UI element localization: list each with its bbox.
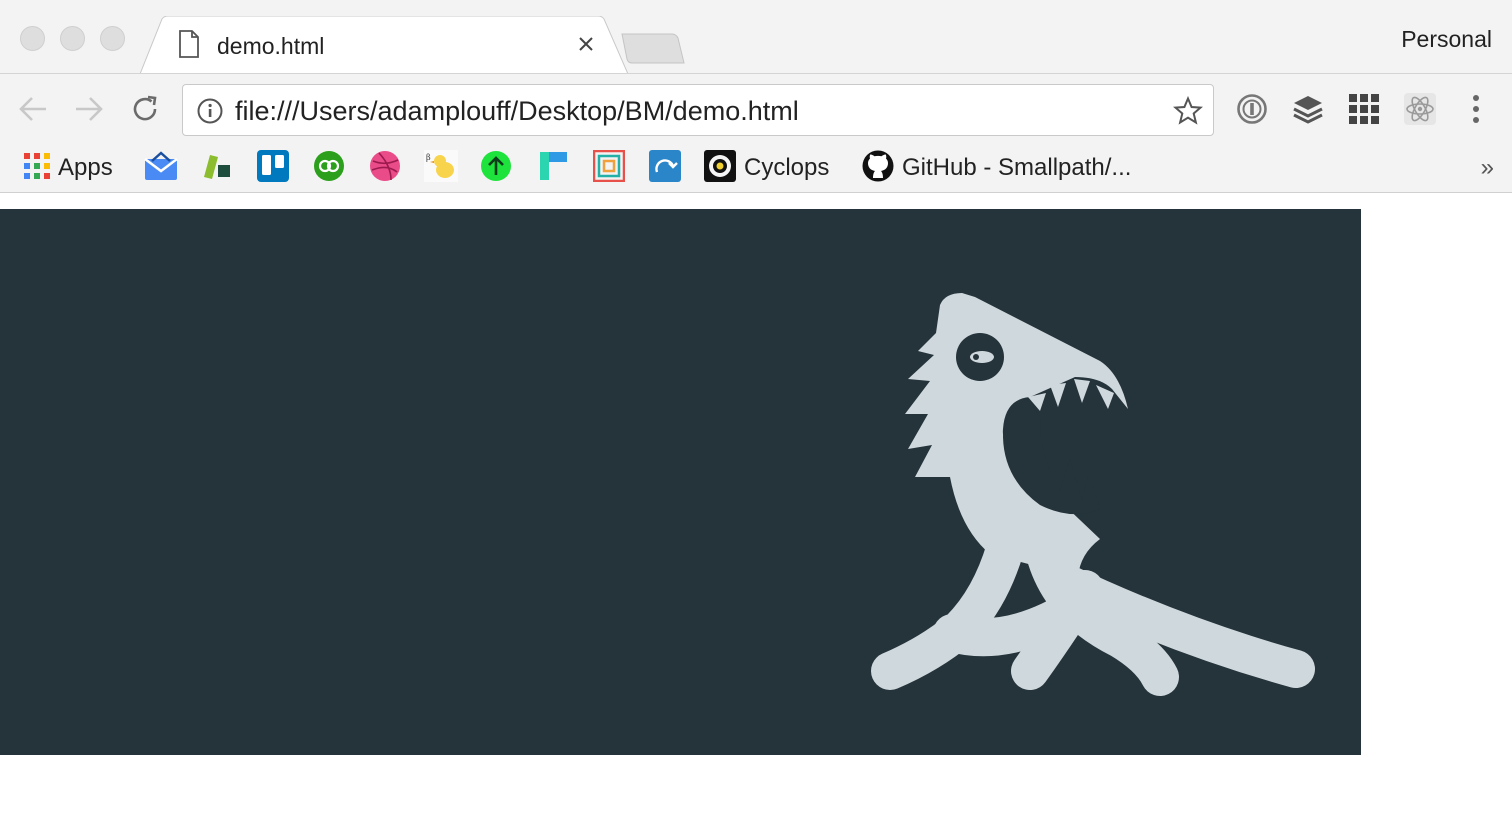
quickbooks-icon (313, 150, 345, 187)
tab-title: demo.html (217, 33, 325, 59)
bookmark-quickbooks[interactable] (313, 150, 345, 186)
arrow-left-icon (18, 96, 48, 127)
reload-icon (130, 94, 160, 129)
apps-grid-icon (24, 152, 50, 184)
window-maximize-button[interactable] (100, 26, 125, 51)
bookmark-label: Apps (58, 154, 113, 181)
password-manager-extension[interactable] (1234, 93, 1270, 129)
animation-canvas (0, 209, 1361, 755)
tab-strip: demo.html Personal (0, 0, 1512, 74)
spiral-icon (592, 149, 626, 187)
forward-button[interactable] (71, 93, 107, 129)
bookmark-spiral-app[interactable] (592, 149, 626, 187)
trello-icon (257, 149, 289, 187)
bookmarks-overflow-button[interactable]: » (1481, 154, 1494, 182)
reload-button[interactable] (127, 93, 163, 129)
green-shapes-icon (200, 151, 234, 186)
back-button[interactable] (15, 93, 51, 129)
grid-icon (1349, 93, 1379, 129)
react-devtools-extension[interactable] (1402, 92, 1438, 131)
bookmarks-bar: Apps β Cyclops GitHub - Smallpath/... » (0, 148, 1512, 193)
bookmark-framer[interactable] (537, 150, 569, 186)
bookmark-label: GitHub - Smallpath/... (902, 154, 1132, 181)
github-icon (862, 150, 894, 187)
dribbble-icon (369, 150, 401, 187)
new-tab-button[interactable] (618, 33, 686, 70)
info-icon[interactable] (197, 98, 223, 129)
cyclops-eye-icon (704, 149, 736, 187)
url-text[interactable]: file:///Users/adamplouff/Desktop/BM/demo… (235, 96, 799, 127)
layers-extension[interactable] (1290, 93, 1326, 129)
star-icon[interactable] (1173, 95, 1203, 131)
close-icon[interactable] (572, 30, 600, 58)
bookmark-upload[interactable] (480, 150, 512, 186)
bookmark-share-app[interactable] (649, 149, 681, 187)
chick-icon: β (424, 149, 458, 187)
bookmark-green-app[interactable] (200, 150, 234, 186)
arrow-right-icon (74, 96, 104, 127)
bookmark-github[interactable]: GitHub - Smallpath/... (862, 150, 1131, 186)
tab-demo[interactable]: demo.html (140, 16, 630, 74)
bookmark-dribbble[interactable] (369, 150, 401, 186)
bookmark-apps[interactable]: Apps (24, 150, 113, 186)
window-close-button[interactable] (20, 26, 45, 51)
onepassword-icon (1236, 93, 1268, 130)
grid-extension[interactable] (1346, 93, 1382, 129)
arrow-up-circle-icon (480, 150, 512, 187)
address-bar[interactable]: file:///Users/adamplouff/Desktop/BM/demo… (182, 84, 1214, 136)
bookmark-beta-chick[interactable]: β (424, 149, 458, 187)
toolbar: file:///Users/adamplouff/Desktop/BM/demo… (0, 73, 1512, 149)
kebab-menu-icon (1472, 94, 1480, 129)
window-minimize-button[interactable] (60, 26, 85, 51)
menu-button[interactable] (1458, 93, 1494, 129)
bookmark-inbox[interactable] (144, 150, 178, 186)
bookmark-cyclops[interactable]: Cyclops (704, 149, 830, 187)
atom-icon (1403, 92, 1437, 131)
svg-text:β: β (426, 153, 431, 162)
flag-icon (537, 150, 569, 187)
profile-button[interactable]: Personal (1401, 26, 1492, 53)
inbox-icon (144, 150, 178, 186)
dinosaur-illustration (871, 293, 1315, 696)
bookmark-label: Cyclops (744, 154, 830, 181)
layers-icon (1292, 93, 1324, 130)
bookmark-trello[interactable] (257, 149, 289, 187)
document-icon (178, 30, 200, 63)
share-arrow-icon (649, 149, 681, 187)
